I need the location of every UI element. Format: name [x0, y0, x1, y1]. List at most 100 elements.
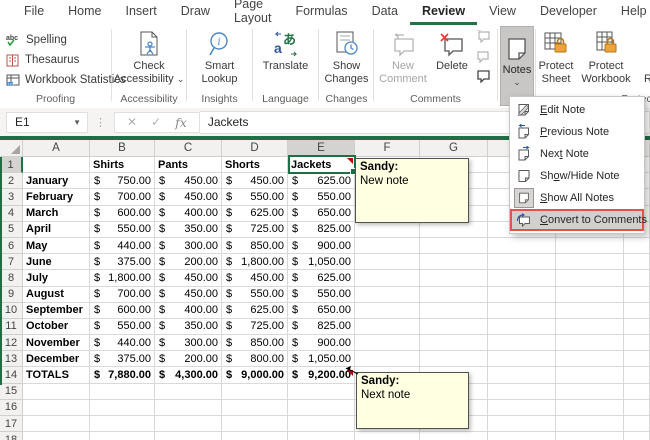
cell[interactable] — [355, 432, 420, 440]
cell[interactable]: $550.00 — [222, 286, 288, 303]
cell[interactable] — [488, 416, 556, 433]
cell[interactable]: $400.00 — [155, 205, 222, 222]
tab-insert[interactable]: Insert — [114, 0, 169, 25]
cell[interactable]: April — [23, 221, 90, 238]
cell[interactable] — [488, 351, 556, 368]
column-header-f[interactable]: F — [355, 140, 420, 157]
cell[interactable] — [556, 351, 624, 368]
cell[interactable]: $550.00 — [288, 286, 355, 303]
cell[interactable] — [23, 432, 90, 440]
thesaurus-button[interactable]: Thesaurus — [6, 51, 79, 69]
tab-developer[interactable]: Developer — [528, 0, 609, 25]
cell[interactable] — [488, 254, 556, 271]
cell[interactable] — [420, 351, 488, 368]
cell[interactable]: December — [23, 351, 90, 368]
cell[interactable] — [624, 351, 650, 368]
enter-icon[interactable]: ✓ — [151, 115, 161, 129]
cell[interactable]: $450.00 — [155, 270, 222, 287]
cell[interactable] — [222, 399, 288, 416]
cell[interactable]: $200.00 — [155, 351, 222, 368]
row-header-8[interactable]: 8 — [0, 270, 23, 287]
column-header-g[interactable]: G — [420, 140, 488, 157]
cell[interactable]: TOTALS — [23, 367, 90, 384]
insert-function-icon[interactable]: fx — [175, 115, 187, 130]
cell[interactable] — [556, 416, 624, 433]
cell[interactable] — [624, 318, 650, 336]
cell[interactable] — [556, 237, 624, 255]
row-header-11[interactable]: 11 — [0, 318, 23, 336]
cell[interactable]: August — [23, 286, 90, 303]
row-header-9[interactable]: 9 — [0, 286, 23, 303]
cell[interactable]: $800.00 — [222, 351, 288, 368]
cell[interactable]: $550.00 — [222, 189, 288, 206]
cell[interactable]: $725.00 — [222, 221, 288, 238]
cell[interactable]: July — [23, 270, 90, 287]
cell[interactable]: $450.00 — [222, 173, 288, 190]
cell[interactable]: May — [23, 237, 90, 255]
cell[interactable]: $850.00 — [222, 335, 288, 352]
cell[interactable] — [288, 416, 355, 433]
cell[interactable]: June — [23, 254, 90, 271]
cell[interactable] — [355, 254, 420, 271]
cell[interactable]: $4,300.00 — [155, 367, 222, 384]
cell[interactable] — [355, 351, 420, 368]
cell[interactable] — [155, 432, 222, 440]
cell[interactable] — [624, 237, 650, 255]
cell[interactable] — [488, 302, 556, 319]
cell[interactable]: $375.00 — [90, 351, 155, 368]
cell[interactable] — [23, 383, 90, 400]
cell[interactable] — [624, 286, 650, 303]
cell[interactable]: $550.00 — [90, 318, 155, 336]
cell[interactable] — [420, 302, 488, 319]
cell[interactable] — [90, 383, 155, 400]
cell[interactable] — [624, 383, 650, 400]
cell[interactable] — [624, 254, 650, 271]
cell[interactable]: $900.00 — [288, 237, 355, 255]
cell[interactable] — [420, 318, 488, 336]
cell[interactable]: $600.00 — [90, 302, 155, 319]
cell[interactable]: $440.00 — [90, 237, 155, 255]
cell[interactable] — [222, 432, 288, 440]
protect-workbook-button[interactable]: Protect Workbook — [576, 27, 636, 86]
cell[interactable]: October — [23, 318, 90, 336]
menu-item-next-note[interactable]: Next Note — [510, 143, 644, 165]
cell[interactable]: March — [23, 205, 90, 222]
cell[interactable] — [23, 399, 90, 416]
cell[interactable]: $850.00 — [222, 237, 288, 255]
cell[interactable] — [355, 318, 420, 336]
cell[interactable]: September — [23, 302, 90, 319]
cell[interactable]: $1,800.00 — [222, 254, 288, 271]
row-header-14[interactable]: 14 — [0, 367, 23, 384]
tab-home[interactable]: Home — [56, 0, 113, 25]
cell[interactable] — [420, 237, 488, 255]
cell[interactable] — [556, 367, 624, 384]
protect-sheet-button[interactable]: Protect Sheet — [538, 27, 574, 86]
cell[interactable] — [556, 318, 624, 336]
cell[interactable] — [488, 383, 556, 400]
cell[interactable]: $450.00 — [155, 189, 222, 206]
sticky-note-1[interactable]: Sandy: New note — [355, 158, 469, 223]
cell[interactable]: Jackets — [288, 157, 355, 174]
cell[interactable]: $350.00 — [155, 221, 222, 238]
cell[interactable]: $300.00 — [155, 335, 222, 352]
cell[interactable] — [23, 416, 90, 433]
column-header-e[interactable]: E — [288, 140, 355, 157]
row-header-1[interactable]: 1 — [0, 157, 23, 174]
sticky-note-2[interactable]: Sandy: Next note — [356, 372, 469, 429]
new-comment-button[interactable]: New Comment — [378, 27, 428, 86]
cell[interactable]: $625.00 — [288, 173, 355, 190]
cell[interactable] — [23, 157, 90, 174]
tab-help[interactable]: Help — [609, 0, 650, 25]
cell[interactable] — [624, 270, 650, 287]
cell[interactable] — [556, 270, 624, 287]
menu-item-previous-note[interactable]: Previous Note — [510, 121, 644, 143]
cell[interactable] — [90, 432, 155, 440]
cell[interactable] — [222, 383, 288, 400]
tab-page-layout[interactable]: Page Layout — [222, 0, 284, 25]
cell[interactable]: $1,050.00 — [288, 254, 355, 271]
cell[interactable]: $450.00 — [222, 270, 288, 287]
cell[interactable] — [420, 254, 488, 271]
cancel-icon[interactable]: ✕ — [127, 115, 137, 129]
tab-data[interactable]: Data — [360, 0, 410, 25]
cell[interactable] — [355, 221, 420, 238]
